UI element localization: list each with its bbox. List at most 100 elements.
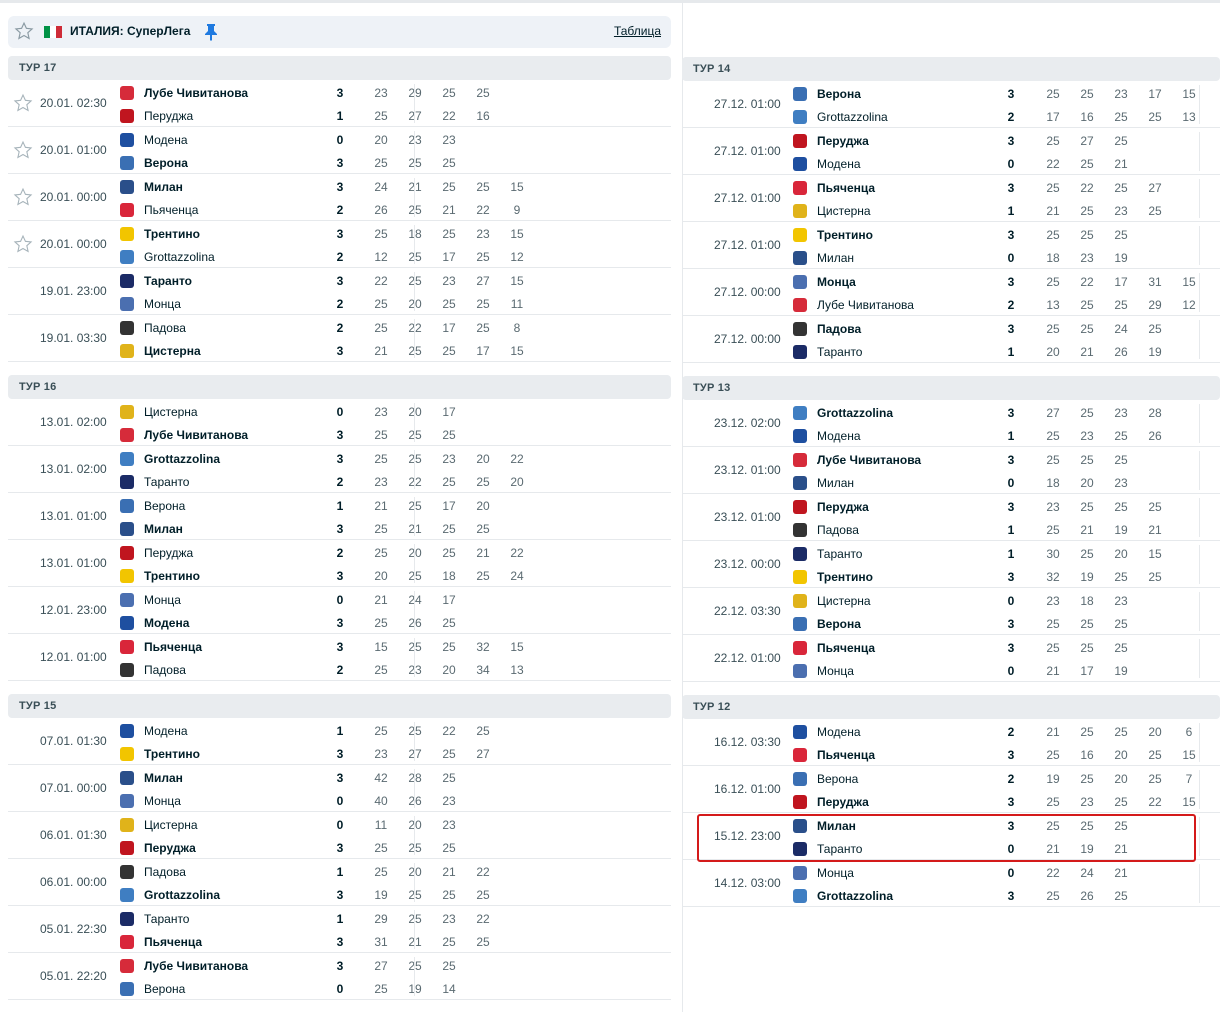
- away-team-row: Модена 3 25 26 25: [120, 613, 670, 633]
- set-score: 25: [442, 227, 456, 241]
- match-row[interactable]: 20.01. 00:00 Трентино 3 25 18 25 23 15 Grottazzo…: [8, 221, 671, 268]
- match-row[interactable]: 27.12. 00:00 Падова 3 25 25 24 25 Таранто 1 20 21 2…: [682, 316, 1220, 363]
- favorite-star-icon[interactable]: [13, 140, 33, 160]
- match-row[interactable]: 05.01. 22:20Лубе Чивитанова3272525Верона…: [8, 953, 671, 1000]
- set-score: 25: [1080, 641, 1094, 655]
- match-row[interactable]: 05.01. 22:30 Таранто 1 29 25 23 22 Пьяченца 3 31 2…: [8, 906, 671, 953]
- match-row[interactable]: 20.01. 02:30Лубе Чивитанова323292525Перу…: [8, 80, 671, 127]
- match-row[interactable]: 07.01. 01:30 Модена 1 25 25 22 25 Трентино 3 23 27…: [8, 718, 671, 765]
- set-score: 25: [374, 321, 388, 335]
- team-name: Цистерна: [144, 818, 198, 832]
- row-divider: [414, 638, 415, 677]
- set-score: 27: [1046, 406, 1060, 420]
- match-row[interactable]: 06.01. 00:00 Падова 1 25 20 21 22 Grottazzolina…: [8, 859, 671, 906]
- pin-icon[interactable]: [204, 23, 218, 41]
- set-score: 26: [1114, 345, 1128, 359]
- row-divider: [1199, 498, 1200, 537]
- team-score: 3: [336, 640, 344, 654]
- set-score: 25: [1080, 204, 1094, 218]
- favorite-star-icon[interactable]: [13, 234, 33, 254]
- match-row[interactable]: 22.12. 01:00 Пьяченца 3 25 25 25 Монца 0 21 17 19: [682, 635, 1220, 682]
- team-score: 3: [1007, 181, 1015, 195]
- team-score: 2: [336, 321, 344, 335]
- set-score: 25: [1148, 772, 1162, 786]
- match-row[interactable]: 23.12. 02:00 Grottazzolina 3 27 25 23 28 Модена…: [682, 400, 1220, 447]
- match-row[interactable]: 16.12. 03:30 Модена 2 21 25 25 20 6 Пьяченца 3 25 1…: [682, 719, 1220, 766]
- match-row[interactable]: 13.01. 01:00 Перуджа 2 25 20 25 21 22 Трентино 3 2…: [8, 540, 671, 587]
- set-score: 24: [1080, 866, 1094, 880]
- match-row[interactable]: 20.01. 00:00Милан32421252515Пьяченца2262…: [8, 174, 671, 221]
- set-scores: 25 25 25: [364, 428, 466, 442]
- row-divider: [1199, 639, 1200, 678]
- set-score: 11: [510, 297, 524, 311]
- set-score: 24: [398, 593, 432, 607]
- league-title[interactable]: ИТАЛИЯ: СуперЛега: [70, 24, 190, 38]
- team-logo-icon: [793, 594, 807, 608]
- match-time: 07.01. 01:30: [40, 734, 107, 748]
- set-score: 25: [398, 724, 432, 738]
- round-header: ТУР 13: [682, 376, 1220, 400]
- set-scores: 25 23 20 34 13: [364, 663, 534, 677]
- favorite-star-icon[interactable]: [13, 93, 33, 113]
- away-team-row: Пьяченца 3 31 21 25 25: [120, 932, 670, 952]
- match-row[interactable]: 19.01. 03:30Падова2252217258Цистерна3212…: [8, 315, 671, 362]
- star-icon[interactable]: [14, 21, 34, 41]
- row-divider: [414, 769, 415, 808]
- team-logo-icon: [120, 546, 134, 560]
- match-row[interactable]: 12.01. 23:00 Монца 0 21 24 17 Модена 3 25 26 25: [8, 587, 671, 634]
- set-scores: 18 20 23: [1036, 476, 1138, 490]
- set-score: 42: [374, 771, 388, 785]
- match-row[interactable]: 23.12. 01:00 Лубе Чивитанова 3 25 25 25 Милан 0…: [682, 447, 1220, 494]
- team-score: 0: [1007, 251, 1015, 265]
- set-scores: 25 25 25: [364, 841, 466, 855]
- team-logo-icon: [793, 453, 807, 467]
- set-score: 25: [442, 616, 456, 630]
- standings-table-link[interactable]: Таблица: [614, 24, 661, 38]
- set-score: 25: [1148, 500, 1162, 514]
- match-row[interactable]: 07.01. 00:00 Милан 3 42 28 25 Монца 0 40 26 23: [8, 765, 671, 812]
- match-row[interactable]: 27.12. 00:00 Монца 3 25 22 17 31 15 Лубе Чивитан…: [682, 269, 1220, 316]
- away-team-row: Grottazzolina 3 19 25 25 25: [120, 885, 670, 905]
- team-score: 3: [1007, 134, 1015, 148]
- team-name: Перуджа: [817, 134, 869, 148]
- team-score: 3: [336, 156, 344, 170]
- match-row[interactable]: 27.12. 01:00 Пьяченца 3 25 22 25 27 Цистерна 1 21…: [682, 175, 1220, 222]
- match-row[interactable]: 06.01. 01:30Цистерна0112023Перуджа325252…: [8, 812, 671, 859]
- team-logo-icon: [120, 297, 134, 311]
- match-row[interactable]: 23.12. 00:00 Таранто 1 30 25 20 15 Трентино 3 32 1…: [682, 541, 1220, 588]
- match-row[interactable]: 12.01. 01:00 Пьяченца 3 15 25 25 32 15 Падова 2 25…: [8, 634, 671, 681]
- team-logo-icon: [793, 570, 807, 584]
- team-score: 0: [336, 133, 344, 147]
- team-score: 3: [1007, 228, 1015, 242]
- match-time: 23.12. 00:00: [714, 557, 781, 571]
- set-score: 19: [374, 888, 388, 902]
- match-row[interactable]: 16.12. 01:00 Верона 2 19 25 20 25 7 Перуджа 3 25 23…: [682, 766, 1220, 813]
- home-team-row: Цистерна 0 23 18 23: [793, 591, 1220, 611]
- set-score: 15: [1182, 748, 1196, 762]
- match-row[interactable]: 14.12. 03:00 Монца 0 22 24 21 Grottazzolina 3 25…: [682, 860, 1220, 907]
- match-row[interactable]: 13.01. 01:00Верона121251720Милан32521252…: [8, 493, 671, 540]
- match-row[interactable]: 23.12. 01:00 Перуджа 3 23 25 25 25 Падова 1 25 21 1…: [682, 494, 1220, 541]
- team-logo-icon: [793, 476, 807, 490]
- set-scores: 42 28 25: [364, 771, 466, 785]
- match-row[interactable]: 27.12. 01:00 Трентино 3 25 25 25 Милан 0 18 23 19: [682, 222, 1220, 269]
- set-score: 25: [398, 841, 432, 855]
- team-name: Падова: [144, 321, 186, 335]
- team-logo-icon: [793, 406, 807, 420]
- set-score: 23: [476, 227, 490, 241]
- match-row[interactable]: 27.12. 01:00 Перуджа 3 25 27 25 Модена 0 22 25 21: [682, 128, 1220, 175]
- match-row[interactable]: 13.01. 02:00Grottazzolina32525232022Тара…: [8, 446, 671, 493]
- match-row[interactable]: 27.12. 01:00 Верона 3 25 25 23 17 15 Grottazzoli…: [682, 81, 1220, 128]
- set-score: 23: [374, 86, 388, 100]
- match-row[interactable]: 13.01. 02:00 Цистерна 0 23 20 17 Лубе Чивитано…: [8, 399, 671, 446]
- set-scores: 23 29 25 25: [364, 86, 500, 100]
- favorite-star-icon[interactable]: [13, 187, 33, 207]
- team-name: Трентино: [144, 747, 200, 761]
- set-score: 25: [1114, 429, 1128, 443]
- match-row[interactable]: 22.12. 03:30 Цистерна 0 23 18 23 Верона 3 25 25 25: [682, 588, 1220, 635]
- set-score: 25: [1080, 547, 1094, 561]
- set-score: 25: [1080, 322, 1094, 336]
- match-row[interactable]: 19.01. 23:00 Таранто 3 22 25 23 27 15 Монца 2 25 20…: [8, 268, 671, 315]
- match-row[interactable]: 20.01. 01:00 Модена 0 20 23 23 Верона 3 25 25 25: [8, 127, 671, 174]
- set-scores: 17 16 25 25 13: [1036, 110, 1206, 124]
